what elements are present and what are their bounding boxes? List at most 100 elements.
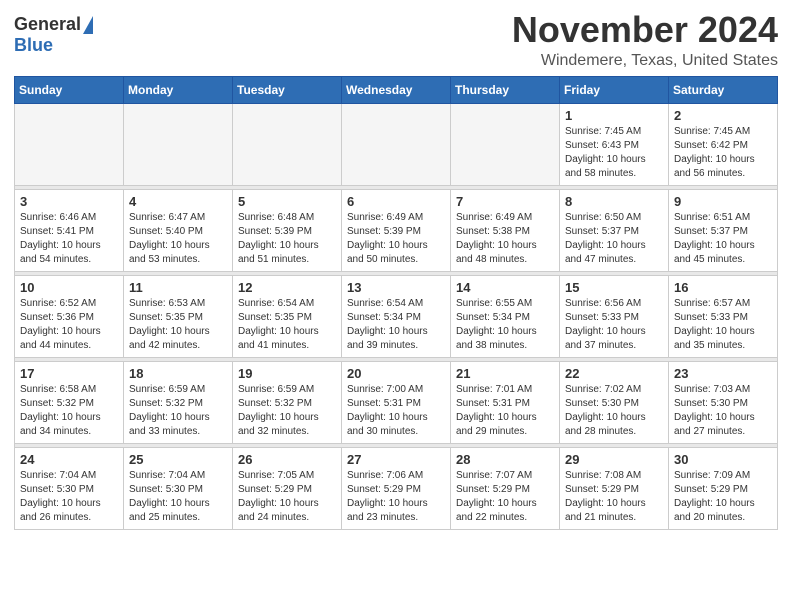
calendar-day-cell: 24Sunrise: 7:04 AM Sunset: 5:30 PM Dayli… (15, 447, 124, 529)
calendar-day-cell: 23 Sunrise: 7:03 AM Sunset: 5:30 PM Dayli… (669, 361, 778, 443)
day-info: Sunrise: 6:47 AM Sunset: 5:40 PM Dayligh… (129, 211, 227, 267)
calendar-day-cell: 13 Sunrise: 6:54 AM Sunset: 5:34 PM Dayli… (342, 275, 451, 357)
calendar-day-cell: 1 Sunrise: 7:45 AM Sunset: 6:43 PM Daylig… (560, 103, 669, 185)
day-number: 19 (238, 366, 336, 381)
header: General Blue November 2024 Windemere, Te… (14, 10, 778, 70)
calendar-day-cell (124, 103, 233, 185)
logo-blue-text: Blue (14, 35, 53, 56)
calendar-day-cell: 25Sunrise: 7:04 AM Sunset: 5:30 PM Dayli… (124, 447, 233, 529)
day-number: 6 (347, 194, 445, 209)
calendar-day-cell: 17 Sunrise: 6:58 AM Sunset: 5:32 PM Dayli… (15, 361, 124, 443)
day-number: 16 (674, 280, 772, 295)
day-number: 9 (674, 194, 772, 209)
calendar-day-cell: 26 Sunrise: 7:05 AM Sunset: 5:29 PM Dayli… (233, 447, 342, 529)
calendar-header-row: SundayMondayTuesdayWednesdayThursdayFrid… (15, 76, 778, 103)
location-title: Windemere, Texas, United States (512, 52, 778, 70)
day-info: Sunrise: 6:48 AM Sunset: 5:39 PM Dayligh… (238, 211, 336, 267)
day-number: 12 (238, 280, 336, 295)
logo: General (14, 14, 93, 35)
calendar-day-cell: 28Sunrise: 7:07 AM Sunset: 5:29 PM Dayli… (451, 447, 560, 529)
calendar-table: SundayMondayTuesdayWednesdayThursdayFrid… (14, 76, 778, 530)
day-number: 15 (565, 280, 663, 295)
day-number: 26 (238, 452, 336, 467)
day-number: 10 (20, 280, 118, 295)
day-number: 30 (674, 452, 772, 467)
calendar-day-cell: 29 Sunrise: 7:08 AM Sunset: 5:29 PM Dayli… (560, 447, 669, 529)
day-number: 11 (129, 280, 227, 295)
logo-general-text: General (14, 14, 81, 35)
day-info: Sunrise: 7:05 AM Sunset: 5:29 PM Dayligh… (238, 469, 336, 525)
day-number: 18 (129, 366, 227, 381)
calendar-day-cell: 14 Sunrise: 6:55 AM Sunset: 5:34 PM Dayli… (451, 275, 560, 357)
calendar-day-cell: 6 Sunrise: 6:49 AM Sunset: 5:39 PM Daylig… (342, 189, 451, 271)
calendar-week-row: 24Sunrise: 7:04 AM Sunset: 5:30 PM Dayli… (15, 447, 778, 529)
day-info: Sunrise: 6:55 AM Sunset: 5:34 PM Dayligh… (456, 297, 554, 353)
day-info: Sunrise: 6:54 AM Sunset: 5:35 PM Dayligh… (238, 297, 336, 353)
calendar-day-cell: 11Sunrise: 6:53 AM Sunset: 5:35 PM Dayli… (124, 275, 233, 357)
day-info: Sunrise: 6:58 AM Sunset: 5:32 PM Dayligh… (20, 383, 118, 439)
day-number: 22 (565, 366, 663, 381)
day-info: Sunrise: 6:59 AM Sunset: 5:32 PM Dayligh… (129, 383, 227, 439)
day-number: 13 (347, 280, 445, 295)
calendar-day-cell: 30 Sunrise: 7:09 AM Sunset: 5:29 PM Dayli… (669, 447, 778, 529)
calendar-day-cell: 20 Sunrise: 7:00 AM Sunset: 5:31 PM Dayli… (342, 361, 451, 443)
day-number: 3 (20, 194, 118, 209)
day-info: Sunrise: 7:08 AM Sunset: 5:29 PM Dayligh… (565, 469, 663, 525)
day-info: Sunrise: 6:57 AM Sunset: 5:33 PM Dayligh… (674, 297, 772, 353)
calendar-day-cell (342, 103, 451, 185)
day-info: Sunrise: 6:59 AM Sunset: 5:32 PM Dayligh… (238, 383, 336, 439)
calendar-day-cell (451, 103, 560, 185)
day-number: 1 (565, 108, 663, 123)
logo-area: General Blue (14, 10, 93, 56)
day-number: 24 (20, 452, 118, 467)
calendar-day-cell: 8 Sunrise: 6:50 AM Sunset: 5:37 PM Daylig… (560, 189, 669, 271)
day-info: Sunrise: 6:51 AM Sunset: 5:37 PM Dayligh… (674, 211, 772, 267)
day-info: Sunrise: 7:45 AM Sunset: 6:43 PM Dayligh… (565, 125, 663, 181)
day-info: Sunrise: 6:56 AM Sunset: 5:33 PM Dayligh… (565, 297, 663, 353)
day-number: 4 (129, 194, 227, 209)
calendar-day-cell: 9 Sunrise: 6:51 AM Sunset: 5:37 PM Daylig… (669, 189, 778, 271)
day-info: Sunrise: 7:09 AM Sunset: 5:29 PM Dayligh… (674, 469, 772, 525)
day-info: Sunrise: 7:06 AM Sunset: 5:29 PM Dayligh… (347, 469, 445, 525)
calendar-day-cell: 7Sunrise: 6:49 AM Sunset: 5:38 PM Daylig… (451, 189, 560, 271)
day-info: Sunrise: 6:52 AM Sunset: 5:36 PM Dayligh… (20, 297, 118, 353)
day-number: 8 (565, 194, 663, 209)
day-info: Sunrise: 7:45 AM Sunset: 6:42 PM Dayligh… (674, 125, 772, 181)
day-info: Sunrise: 7:02 AM Sunset: 5:30 PM Dayligh… (565, 383, 663, 439)
calendar-day-cell: 16 Sunrise: 6:57 AM Sunset: 5:33 PM Dayli… (669, 275, 778, 357)
calendar-day-cell: 15 Sunrise: 6:56 AM Sunset: 5:33 PM Dayli… (560, 275, 669, 357)
month-title: November 2024 (512, 10, 778, 50)
calendar-week-row: 17 Sunrise: 6:58 AM Sunset: 5:32 PM Dayli… (15, 361, 778, 443)
calendar-header-sunday: Sunday (15, 76, 124, 103)
calendar-header-monday: Monday (124, 76, 233, 103)
day-number: 20 (347, 366, 445, 381)
day-number: 17 (20, 366, 118, 381)
day-info: Sunrise: 7:03 AM Sunset: 5:30 PM Dayligh… (674, 383, 772, 439)
day-number: 14 (456, 280, 554, 295)
day-info: Sunrise: 7:01 AM Sunset: 5:31 PM Dayligh… (456, 383, 554, 439)
day-number: 27 (347, 452, 445, 467)
calendar-day-cell: 19 Sunrise: 6:59 AM Sunset: 5:32 PM Dayli… (233, 361, 342, 443)
calendar-day-cell: 12 Sunrise: 6:54 AM Sunset: 5:35 PM Dayli… (233, 275, 342, 357)
calendar-week-row: 10 Sunrise: 6:52 AM Sunset: 5:36 PM Dayli… (15, 275, 778, 357)
calendar-header-tuesday: Tuesday (233, 76, 342, 103)
calendar-day-cell: 4 Sunrise: 6:47 AM Sunset: 5:40 PM Daylig… (124, 189, 233, 271)
day-info: Sunrise: 6:54 AM Sunset: 5:34 PM Dayligh… (347, 297, 445, 353)
calendar-header-saturday: Saturday (669, 76, 778, 103)
calendar-day-cell: 22 Sunrise: 7:02 AM Sunset: 5:30 PM Dayli… (560, 361, 669, 443)
calendar-header-wednesday: Wednesday (342, 76, 451, 103)
day-info: Sunrise: 7:00 AM Sunset: 5:31 PM Dayligh… (347, 383, 445, 439)
day-number: 29 (565, 452, 663, 467)
calendar-day-cell: 21Sunrise: 7:01 AM Sunset: 5:31 PM Dayli… (451, 361, 560, 443)
calendar-day-cell (233, 103, 342, 185)
logo-triangle-icon (83, 16, 93, 34)
day-number: 5 (238, 194, 336, 209)
day-info: Sunrise: 6:49 AM Sunset: 5:39 PM Dayligh… (347, 211, 445, 267)
day-number: 23 (674, 366, 772, 381)
day-info: Sunrise: 6:50 AM Sunset: 5:37 PM Dayligh… (565, 211, 663, 267)
day-info: Sunrise: 6:49 AM Sunset: 5:38 PM Dayligh… (456, 211, 554, 267)
calendar-header-thursday: Thursday (451, 76, 560, 103)
calendar-week-row: 1 Sunrise: 7:45 AM Sunset: 6:43 PM Daylig… (15, 103, 778, 185)
day-info: Sunrise: 7:07 AM Sunset: 5:29 PM Dayligh… (456, 469, 554, 525)
calendar-day-cell: 27 Sunrise: 7:06 AM Sunset: 5:29 PM Dayli… (342, 447, 451, 529)
